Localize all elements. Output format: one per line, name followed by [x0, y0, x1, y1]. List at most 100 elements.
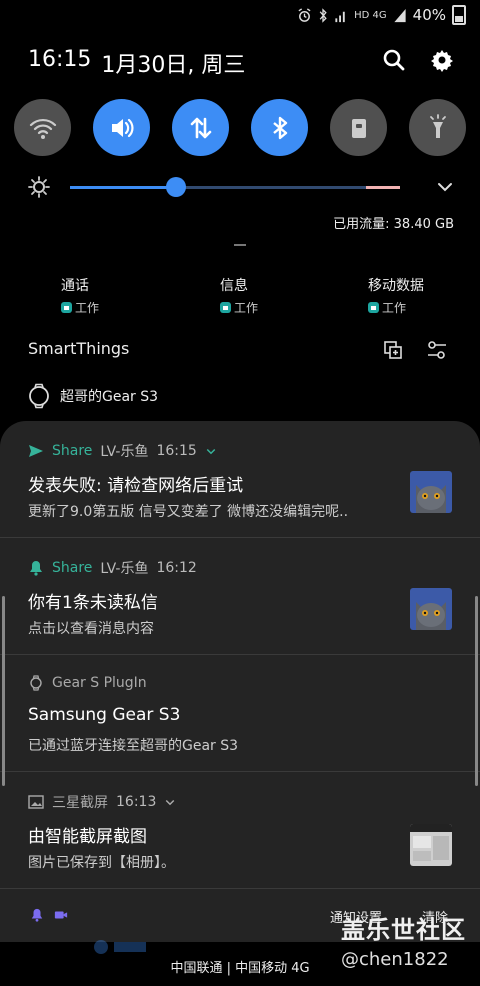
notification-title: Samsung Gear S3: [28, 705, 181, 725]
smartthings-section: SmartThings: [28, 339, 448, 361]
volume-icon: [111, 118, 133, 137]
sim-shortcut-call[interactable]: 通话 工作: [61, 275, 99, 316]
notification-title: 发表失败: 请检查网络后重试: [28, 476, 244, 496]
chevron-down-icon[interactable]: [205, 445, 217, 457]
data-usage: 已用流量: 38.40 GB: [333, 217, 454, 232]
screenshot-thumbnail: [410, 824, 452, 866]
sim-shortcut-sub: 工作: [61, 299, 99, 316]
bluetooth-toggle[interactable]: [251, 99, 308, 156]
notification-card[interactable]: Share LV-乐鱼 16:15 发表失败: 请检查网络后重试 更新了9.0第…: [0, 421, 480, 538]
watch-icon: [29, 383, 49, 409]
brightness-icon: [28, 176, 50, 198]
header-actions: [382, 48, 454, 72]
brightness-control: [28, 172, 454, 202]
status-icons: HD 4G 40%: [297, 5, 466, 25]
notification-app: Share: [52, 560, 93, 576]
brightness-fill: [70, 186, 176, 189]
sim-shortcut-message[interactable]: 信息 工作: [220, 275, 258, 316]
notification-text: 图片已保存到【相册】。: [28, 855, 175, 871]
notification-time: 16:12: [156, 560, 197, 576]
notification-time: 16:13: [116, 794, 157, 810]
send-icon: [29, 445, 43, 457]
network-label: HD 4G: [354, 9, 387, 21]
sim-shortcut-sub: 工作: [368, 299, 424, 316]
chevron-down-icon[interactable]: [436, 178, 454, 196]
image-icon: [28, 795, 44, 809]
clock: 16:15: [28, 47, 92, 72]
flashlight-toggle[interactable]: [409, 99, 466, 156]
notification-panel: Share LV-乐鱼 16:15 发表失败: 请检查网络后重试 更新了9.0第…: [0, 421, 480, 941]
bell-icon: [30, 561, 42, 576]
bluetooth-icon: [319, 7, 327, 23]
work-profile-icon: [220, 302, 231, 313]
smartthings-actions: [382, 339, 448, 361]
notification-sender: LV-乐鱼: [100, 561, 149, 577]
notification-text: 点击以查看消息内容: [28, 621, 154, 637]
scrollbar-left[interactable]: [2, 596, 5, 786]
notification-header: Share LV-乐鱼 16:15: [28, 441, 217, 461]
sim-shortcut-title: 通话: [61, 278, 89, 294]
bell-icon[interactable]: [30, 908, 44, 922]
notification-card[interactable]: Share LV-乐鱼 16:12 你有1条未读私信 点击以查看消息内容: [0, 538, 480, 655]
battery-percent: 40%: [412, 6, 446, 24]
notification-text: 更新了9.0第五版 信号又变差了 微博还没编辑完呢..: [28, 504, 349, 520]
cat-avatar-image: [410, 588, 452, 630]
wifi-icon: [29, 118, 56, 139]
video-icon[interactable]: [54, 908, 68, 922]
brightness-slider[interactable]: [70, 186, 400, 189]
brightness-high-zone: [366, 186, 400, 189]
quick-toggles: [14, 99, 466, 156]
work-profile-icon: [61, 302, 72, 313]
screen-lock-toggle[interactable]: [330, 99, 387, 156]
mobile-data-toggle[interactable]: [172, 99, 229, 156]
add-device-icon[interactable]: [382, 339, 404, 361]
footer-icons: [30, 908, 68, 922]
notification-text: 已通过蓝牙连接至超哥的Gear S3: [28, 738, 239, 754]
cat-avatar-image: [410, 471, 452, 513]
search-icon[interactable]: [382, 48, 406, 72]
lock-icon: [351, 118, 366, 138]
flashlight-icon: [429, 113, 446, 138]
date-time: 16:15 1月30日, 周三: [28, 47, 245, 79]
watch-icon: [30, 675, 42, 691]
chevron-down-icon[interactable]: [164, 796, 176, 808]
date: 1月30日, 周三: [101, 53, 246, 78]
notification-title: 由智能截屏截图: [28, 827, 147, 847]
filter-settings-icon[interactable]: [426, 339, 448, 361]
alarm-icon: [298, 7, 311, 22]
smartthings-device[interactable]: 超哥的Gear S3: [28, 383, 158, 409]
signal-icon: [335, 11, 345, 22]
notification-header: 三星截屏 16:13: [28, 792, 176, 812]
notification-sender: LV-乐鱼: [100, 444, 149, 460]
notification-app: Gear S PlugIn: [52, 675, 147, 691]
sim-shortcut-sub: 工作: [220, 299, 258, 316]
notification-title: 你有1条未读私信: [28, 593, 158, 613]
notification-time: 16:15: [156, 443, 197, 459]
notification-header: Share LV-乐鱼 16:12: [28, 558, 197, 578]
watermark-handle: @chen1822: [341, 949, 449, 970]
settings-icon[interactable]: [430, 48, 454, 72]
data-transfer-icon: [190, 117, 211, 138]
bluetooth-icon: [272, 116, 287, 139]
signal-icon: [394, 8, 406, 22]
battery-icon: [452, 5, 466, 25]
device-name: 超哥的Gear S3: [60, 389, 159, 405]
sound-toggle[interactable]: [93, 99, 150, 156]
notification-card[interactable]: 三星截屏 16:13 由智能截屏截图 图片已保存到【相册】。: [0, 772, 480, 889]
watermark: 盖乐世社区 @chen1822: [341, 910, 466, 970]
sim-shortcut-title: 移动数据: [368, 278, 424, 294]
notification-header: Gear S PlugIn: [28, 675, 147, 691]
status-bar: HD 4G 40%: [0, 0, 480, 30]
sim-shortcut-title: 信息: [220, 278, 248, 294]
panel-divider: [234, 244, 246, 246]
watermark-title: 盖乐世社区: [341, 916, 466, 944]
wifi-toggle[interactable]: [14, 99, 71, 156]
scrollbar-right[interactable]: [475, 596, 478, 786]
sim-shortcut-data[interactable]: 移动数据 工作: [368, 275, 424, 316]
work-profile-icon: [368, 302, 379, 313]
brightness-thumb[interactable]: [165, 177, 186, 197]
notification-card[interactable]: Gear S PlugIn Samsung Gear S3 已通过蓝牙连接至超哥…: [0, 655, 480, 772]
faded-logo: [94, 940, 146, 954]
notification-app: Share: [52, 443, 93, 459]
notification-app: 三星截屏: [52, 795, 108, 811]
